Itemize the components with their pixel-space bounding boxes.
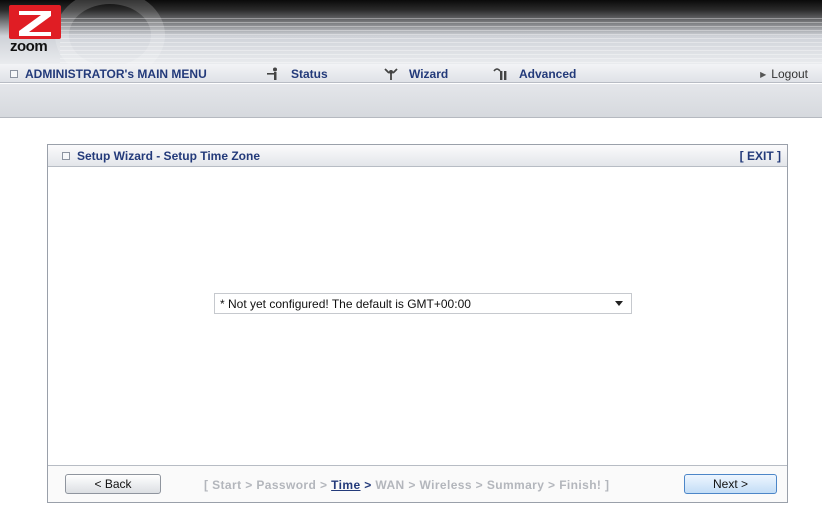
menu-advanced[interactable]: Advanced: [493, 66, 576, 82]
square-bullet-icon: [62, 152, 70, 160]
setup-wizard-panel: Setup Wizard - Setup Time Zone [ EXIT ] …: [47, 144, 788, 503]
panel-header: Setup Wizard - Setup Time Zone [ EXIT ]: [48, 145, 787, 167]
menu-status[interactable]: Status: [265, 66, 328, 82]
steps-completed: [ Start > Password >: [204, 478, 332, 492]
step-current-sep: >: [360, 478, 376, 492]
step-current: Time: [331, 478, 361, 492]
arrow-right-icon: ▶: [760, 69, 767, 79]
header-banner: zoom: [0, 0, 822, 64]
menu-logout-label: Logout: [771, 67, 808, 81]
wizard-footer: < Back [ Start > Password > Time > WAN >…: [48, 465, 787, 502]
menu-wizard[interactable]: Wizard: [383, 66, 448, 82]
menu-admin[interactable]: ADMINISTRATOR's MAIN MENU: [10, 66, 207, 82]
wizard-icon: [384, 68, 398, 80]
panel-title: Setup Wizard - Setup Time Zone: [62, 149, 260, 163]
square-bullet-icon: [10, 70, 18, 78]
z-letter-icon: [19, 11, 51, 36]
menu-wizard-label: Wizard: [409, 67, 449, 81]
menu-admin-label: ADMINISTRATOR's MAIN MENU: [25, 67, 207, 81]
panel-title-text: Setup Wizard - Setup Time Zone: [77, 149, 261, 163]
zoom-logo: zoom: [9, 5, 61, 57]
menu-logout[interactable]: ▶ Logout: [760, 66, 808, 82]
back-button[interactable]: < Back: [65, 474, 161, 494]
zoom-logo-mark: [9, 5, 61, 39]
person-icon: [267, 67, 277, 80]
menu-status-label: Status: [291, 67, 328, 81]
exit-link[interactable]: [ EXIT ]: [740, 149, 781, 163]
zoom-logo-text: zoom: [10, 38, 48, 55]
main-menu-bar: ADMINISTRATOR's MAIN MENU Status Wizard …: [0, 64, 822, 83]
chevron-down-icon: [615, 301, 623, 306]
timezone-select[interactable]: * Not yet configured! The default is GMT…: [214, 293, 632, 314]
steps-remaining: WAN > Wireless > Summary > Finish! ]: [375, 478, 610, 492]
tools-icon: [493, 68, 507, 80]
wizard-steps: [ Start > Password > Time > WAN > Wirele…: [204, 478, 609, 492]
banner-stripes: [60, 18, 822, 64]
banner-swirl: [55, 0, 165, 64]
menu-advanced-label: Advanced: [519, 67, 577, 81]
sub-toolbar-strip: [0, 84, 822, 118]
next-button[interactable]: Next >: [684, 474, 777, 494]
timezone-select-value: * Not yet configured! The default is GMT…: [220, 296, 471, 311]
